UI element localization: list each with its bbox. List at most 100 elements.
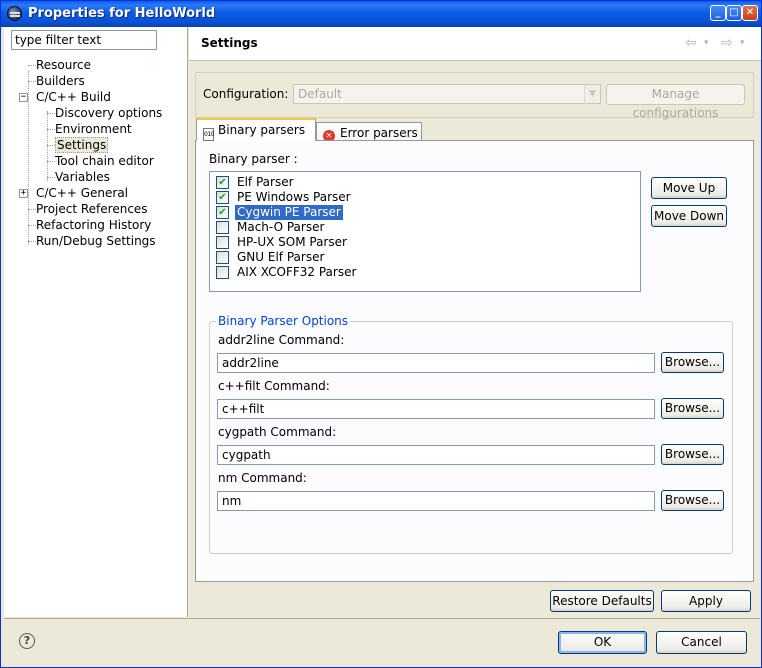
tree-item-settings[interactable]: Settings [55, 137, 109, 153]
tree-item-label: Project References [36, 202, 148, 216]
collapse-icon[interactable]: − [19, 93, 28, 102]
checkbox[interactable] [216, 266, 229, 279]
tree-line [28, 71, 29, 245]
tree-line [28, 225, 36, 226]
window-title: Properties for HelloWorld [28, 6, 216, 21]
checkbox[interactable]: ✔ [216, 206, 229, 219]
browse-nm-button[interactable]: Browse... [661, 490, 724, 511]
chevron-down-icon[interactable]: ▾ [704, 38, 709, 48]
back-arrow-icon[interactable]: ⇦ [685, 35, 697, 51]
configuration-label: Configuration: [203, 87, 289, 101]
checkbox[interactable] [216, 251, 229, 264]
navigation-pane: Resource Builders − C/C++ Build Discover… [4, 27, 188, 617]
cygpath-label: cygpath Command: [218, 425, 337, 439]
move-down-button[interactable]: Move Down [651, 205, 727, 227]
checkbox[interactable] [216, 221, 229, 234]
apply-button[interactable]: Apply [661, 590, 751, 612]
maximize-button[interactable]: □ [726, 5, 742, 21]
restore-defaults-button[interactable]: Restore Defaults [550, 590, 654, 612]
browse-cppfilt-button[interactable]: Browse... [661, 398, 724, 419]
tree-item-builders[interactable]: Builders [36, 73, 85, 89]
browse-addr2line-button[interactable]: Browse... [661, 352, 724, 373]
addr2line-label: addr2line Command: [218, 333, 345, 347]
ok-button[interactable]: OK [558, 631, 647, 654]
tree-item-discovery-options[interactable]: Discovery options [55, 105, 162, 121]
tree-item-cpp-general[interactable]: C/C++ General [36, 185, 128, 201]
cygpath-command-field[interactable]: cygpath [217, 445, 655, 465]
tree-item-environment[interactable]: Environment [55, 121, 132, 137]
tree-line [28, 81, 36, 82]
tree-item-label: Discovery options [55, 106, 163, 120]
tab-label: Binary parsers [218, 123, 306, 137]
tree-item-label: Environment [55, 122, 132, 136]
minimize-button[interactable]: _ [710, 5, 726, 21]
chevron-down-icon: ▼ [584, 85, 600, 103]
settings-pane: Configuration: Default ▼ Manage configur… [189, 62, 761, 617]
binary-parser-label: Binary parser : [209, 152, 298, 166]
cancel-button[interactable]: Cancel [656, 631, 747, 654]
title-bar[interactable]: Properties for HelloWorld _ □ ✕ [1, 1, 761, 27]
tree-item-label: Builders [36, 74, 85, 88]
tree-item-label: Variables [55, 170, 110, 184]
move-up-button[interactable]: Move Up [651, 177, 727, 199]
browse-cygpath-button[interactable]: Browse... [661, 444, 724, 465]
manage-configurations-button: Manage configurations [606, 84, 745, 120]
parser-name: PE Windows Parser [237, 190, 351, 204]
page-title: Settings [201, 36, 258, 50]
cppfilt-command-field[interactable]: c++filt [217, 399, 655, 419]
tree-line [47, 129, 55, 130]
tree-item-variables[interactable]: Variables [55, 169, 110, 185]
tab-label: Error parsers [340, 126, 418, 140]
parser-name: HP-UX SOM Parser [237, 235, 347, 249]
expand-icon[interactable]: + [19, 189, 28, 198]
tree-line [47, 113, 55, 114]
help-icon[interactable]: ? [19, 633, 35, 649]
tree-item-label: Settings [55, 137, 109, 153]
binary-parsers-panel: Binary parser : ✔ Elf Parser ✔ PE Window… [195, 140, 754, 582]
tree-item-label: Resource [36, 58, 92, 72]
filter-input[interactable] [11, 30, 157, 50]
eclipse-icon [7, 6, 22, 21]
parser-name: AIX XCOFF32 Parser [237, 265, 357, 279]
tree-item-label: Run/Debug Settings [36, 234, 156, 248]
configuration-box: Configuration: Default ▼ Manage configur… [195, 72, 754, 120]
chevron-down-icon[interactable]: ▾ [740, 38, 745, 48]
tree-line [47, 145, 55, 146]
parser-name: GNU Elf Parser [237, 250, 325, 264]
addr2line-command-field[interactable]: addr2line [217, 353, 655, 373]
tree-line [47, 111, 48, 181]
properties-window: Properties for HelloWorld _ □ ✕ Resource… [0, 0, 762, 668]
tree-item-run-debug-settings[interactable]: Run/Debug Settings [36, 233, 156, 249]
nm-label: nm Command: [218, 471, 307, 485]
dialog-button-bar: ? OK Cancel [4, 618, 760, 666]
checkbox[interactable]: ✔ [216, 176, 229, 189]
binary-parser-list[interactable]: ✔ Elf Parser ✔ PE Windows Parser ✔ Cygwi… [209, 171, 641, 292]
parser-name: Mach-O Parser [237, 220, 325, 234]
tree-line [28, 241, 36, 242]
tree-line [47, 177, 55, 178]
checkbox[interactable]: ✔ [216, 191, 229, 204]
tab-binary-parsers[interactable]: 010 Binary parsers [196, 118, 316, 141]
parser-name: Cygwin PE Parser [235, 205, 343, 220]
checkbox[interactable] [216, 236, 229, 249]
binary-parser-options-group: Binary Parser Options addr2line Command:… [209, 314, 733, 554]
tree-item-refactoring-history[interactable]: Refactoring History [36, 217, 151, 233]
cppfilt-label: c++filt Command: [218, 379, 330, 393]
close-button[interactable]: ✕ [742, 5, 758, 21]
tree-item-label: C/C++ General [36, 186, 129, 200]
tree-line [28, 209, 36, 210]
tree-item-tool-chain-editor[interactable]: Tool chain editor [55, 153, 154, 169]
tree-item-label: C/C++ Build [36, 90, 111, 104]
page-header: Settings ⇦ ▾ ⇨ ▾ [189, 27, 761, 61]
forward-arrow-icon[interactable]: ⇨ [721, 35, 733, 51]
tree-item-label: Tool chain editor [55, 154, 154, 168]
nm-command-field[interactable]: nm [217, 491, 655, 511]
tree-line [47, 161, 55, 162]
parser-name: Elf Parser [237, 175, 294, 189]
tree-item-cpp-build[interactable]: C/C++ Build [36, 89, 111, 105]
binary-icon: 010 [203, 128, 214, 141]
tree-item-label: Refactoring History [36, 218, 152, 232]
tree-item-resource[interactable]: Resource [36, 57, 91, 73]
tree-item-project-references[interactable]: Project References [36, 201, 148, 217]
options-legend: Binary Parser Options [216, 314, 351, 328]
